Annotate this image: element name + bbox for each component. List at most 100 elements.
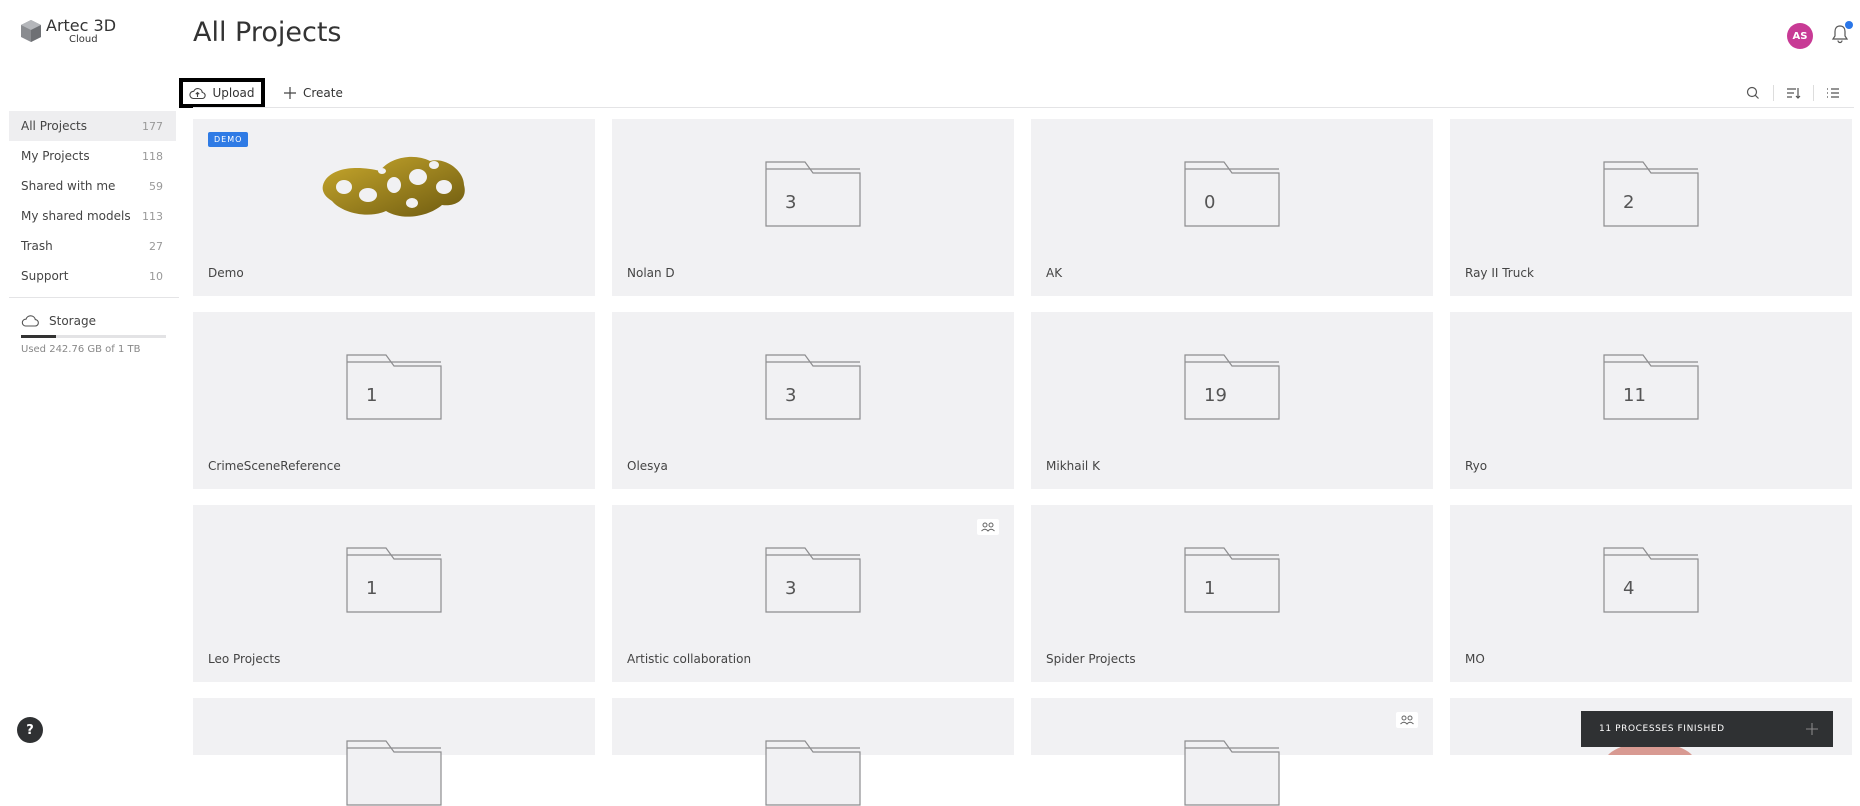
storage-panel[interactable]: Storage Used 242.76 GB of 1 TB [21,314,166,355]
folder-icon [765,161,861,227]
project-name: Ray II Truck [1465,266,1534,280]
project-card[interactable] [193,698,595,806]
folder-icon [1603,161,1699,227]
project-item-count: 1 [1204,578,1216,599]
project-card[interactable]: 1 Spider Projects [1031,505,1433,682]
folder-icon [1603,354,1699,420]
project-item-count: 1 [366,578,378,599]
brand-name: Artec 3D [46,16,117,35]
sidebar-item-label: My Projects [21,149,90,163]
folder-icon [765,547,861,613]
sidebar-item-all-projects[interactable]: All Projects 177 [9,111,176,141]
brand-logo[interactable]: Artec 3D Cloud [18,18,116,45]
sidebar-item-label: Support [21,269,69,283]
sidebar-item-trash[interactable]: Trash 27 [9,231,176,261]
project-card[interactable]: 1 CrimeSceneReference [193,312,595,489]
project-card[interactable] [1031,698,1433,806]
folder-icon [765,354,861,420]
project-name: Olesya [627,459,668,473]
project-name: Artistic collaboration [627,652,752,666]
project-card[interactable]: 3 Artistic collaboration [612,505,1014,682]
shared-users-icon [977,519,999,535]
toast-text: 11 PROCESSES FINISHED [1599,724,1725,734]
folder-icon [1603,547,1699,613]
cloud-icon [21,315,39,327]
project-item-count: 19 [1204,385,1227,406]
sidebar-nav: All Projects 177 My Projects 118 Shared … [9,111,176,291]
project-item-count: 11 [1623,385,1646,406]
upload-button[interactable]: Upload [179,78,265,108]
project-card[interactable]: 3 Olesya [612,312,1014,489]
toolbar-divider [193,107,1854,108]
sidebar-divider [9,297,179,298]
storage-usage-bar [21,335,166,338]
project-item-count: 3 [785,385,797,406]
cloud-upload-icon [189,87,207,99]
project-item-count: 2 [1623,192,1635,213]
project-name: AK [1046,266,1063,280]
project-name: Nolan D [627,266,675,280]
sidebar-item-count: 27 [149,239,163,253]
sidebar-item-support[interactable]: Support 10 [9,261,176,291]
notification-dot [1845,21,1853,29]
sidebar-item-label: All Projects [21,119,87,133]
sidebar-item-label: Shared with me [21,179,116,193]
search-icon[interactable] [1745,85,1761,101]
artec-logo-icon [21,20,41,42]
project-card[interactable]: 3 Nolan D [612,119,1014,296]
list-view-icon[interactable] [1825,85,1841,101]
folder-icon [1184,547,1280,613]
project-card[interactable]: 2 Ray II Truck [1450,119,1852,296]
sidebar-item-count: 10 [149,269,163,283]
project-card[interactable]: 19 Mikhail K [1031,312,1433,489]
project-name: Ryo [1465,459,1488,473]
folder-icon [765,740,861,806]
folder-icon [1184,354,1280,420]
help-button[interactable]: ? [17,717,43,743]
project-name: Spider Projects [1046,652,1136,666]
project-item-count: 3 [785,578,797,599]
project-item-count: 3 [785,192,797,213]
plus-icon[interactable] [1805,722,1819,736]
storage-usage-fill [21,335,56,338]
sidebar-item-label: My shared models [21,209,131,223]
create-label: Create [303,86,343,100]
sort-icon[interactable] [1785,85,1801,101]
folder-icon [1184,161,1280,227]
sidebar-item-label: Trash [21,239,53,253]
project-card[interactable]: 11 Ryo [1450,312,1852,489]
project-item-count: 0 [1204,192,1216,213]
plus-icon [284,87,296,99]
project-card-demo[interactable]: DEMO Demo [193,119,595,296]
create-button[interactable]: Create [283,78,343,108]
sidebar-item-my-projects[interactable]: My Projects 118 [9,141,176,171]
toolbar: Upload Create [179,78,1854,108]
sidebar: Artec 3D Cloud All Projects 177 My Proje… [0,0,186,755]
project-card[interactable]: 4 MO [1450,505,1852,682]
folder-icon [346,547,442,613]
toolbar-separator [1813,85,1814,101]
storage-label: Storage [49,314,96,328]
project-item-count: 1 [366,385,378,406]
model-thumbnail [322,156,465,217]
page-title: All Projects [193,17,342,48]
folder-icon [346,354,442,420]
toolbar-separator [1773,85,1774,101]
sidebar-item-shared-with-me[interactable]: Shared with me 59 [9,171,176,201]
sidebar-item-count: 113 [142,209,163,223]
project-name: CrimeSceneReference [208,459,341,473]
brand-sub: Cloud [69,34,98,45]
project-name: MO [1465,652,1485,666]
storage-used-text: Used 242.76 GB of 1 TB [21,344,141,355]
project-name: Mikhail K [1046,459,1100,473]
sidebar-item-my-shared-models[interactable]: My shared models 113 [9,201,176,231]
sidebar-item-count: 177 [142,119,163,133]
project-card[interactable]: 1 Leo Projects [193,505,595,682]
avatar[interactable]: AS [1787,23,1813,49]
project-card[interactable] [612,698,1014,806]
processes-toast[interactable]: 11 PROCESSES FINISHED [1581,711,1833,747]
project-item-count: 4 [1623,578,1635,599]
project-card[interactable]: 0 AK [1031,119,1433,296]
demo-badge: DEMO [208,132,249,147]
folder-icon [1184,740,1280,806]
